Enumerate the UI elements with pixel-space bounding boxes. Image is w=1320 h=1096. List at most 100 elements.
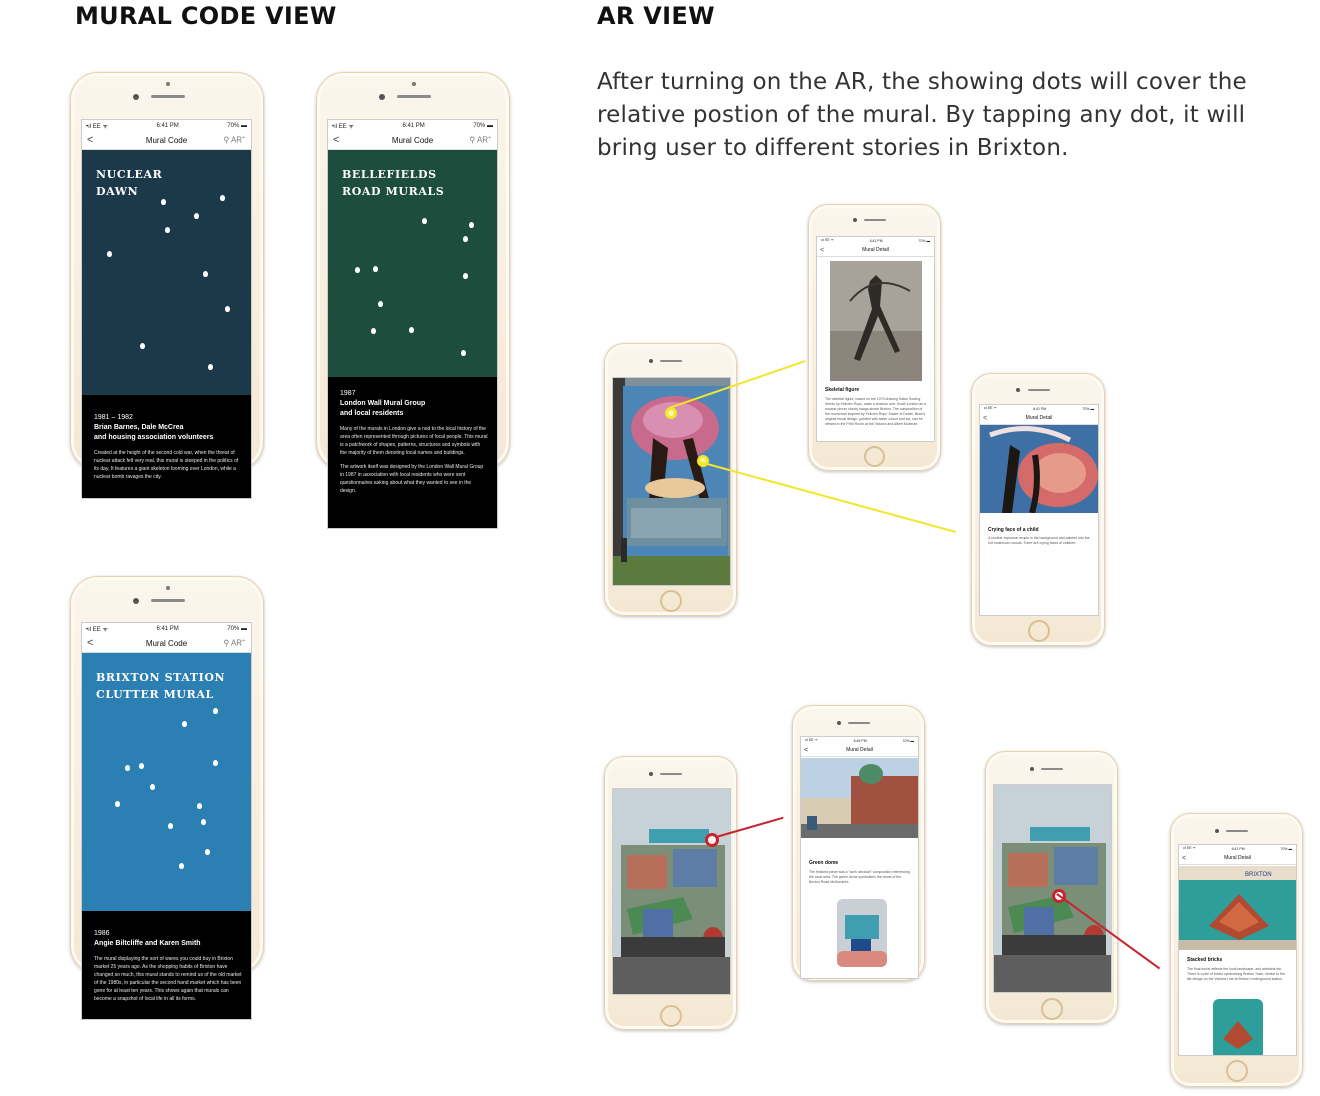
ar-dot[interactable] bbox=[208, 364, 213, 370]
home-button[interactable] bbox=[864, 446, 885, 467]
detail-title: Skeletal figure bbox=[825, 387, 860, 393]
phone-detail-stacked-bricks: •ıl EE ᯤ 6:41 PM 70% ▬ < Mural Detail BRIX… bbox=[1170, 813, 1303, 1087]
ar-label: AR bbox=[230, 135, 243, 145]
battery-icon: 70% ▬ bbox=[227, 625, 247, 632]
callout-line-child-face bbox=[699, 461, 956, 533]
ar-dot[interactable] bbox=[197, 803, 202, 809]
home-button[interactable] bbox=[660, 1005, 682, 1027]
mural-title: BELLEFIELDS ROAD MURALS bbox=[342, 168, 445, 198]
ar-dot[interactable] bbox=[140, 343, 145, 349]
bricks-closeup-thumbnail bbox=[1213, 999, 1263, 1055]
mural-artists: London Wall Mural Group bbox=[340, 400, 426, 407]
speaker-grille bbox=[1028, 389, 1050, 391]
signal-icon: •ıl EE ᯤ bbox=[332, 123, 354, 130]
stacked-bricks-image: BRIXTON bbox=[1179, 866, 1296, 950]
mural-code-canvas[interactable]: NUCLEAR DAWN bbox=[82, 150, 251, 395]
front-camera-icon bbox=[379, 94, 385, 100]
ar-dot[interactable] bbox=[203, 271, 208, 277]
ar-dot[interactable] bbox=[194, 213, 199, 219]
back-button[interactable]: < bbox=[804, 747, 808, 754]
ar-dot[interactable] bbox=[422, 218, 427, 224]
ar-dot[interactable] bbox=[213, 708, 218, 714]
status-time: 6:41 PM bbox=[156, 122, 179, 129]
proximity-sensor bbox=[412, 82, 416, 86]
ar-dot[interactable] bbox=[461, 350, 466, 356]
ar-dot[interactable] bbox=[107, 251, 112, 257]
home-button[interactable] bbox=[660, 590, 682, 612]
ar-hotspot-skeleton[interactable] bbox=[665, 407, 677, 419]
ar-plus-icon: + bbox=[242, 135, 245, 142]
skeletal-figure-image bbox=[830, 261, 922, 381]
mural-code-screen: •ıl EE ᯤ 6:41 PM 70% ▬ < Mural Code ⚲ AR… bbox=[81, 622, 252, 1020]
detail-title: Green dome bbox=[809, 860, 839, 866]
front-camera-icon bbox=[1215, 829, 1219, 833]
ar-button[interactable]: ⚲ AR+ bbox=[223, 135, 245, 145]
ar-dot[interactable] bbox=[115, 801, 120, 807]
ar-dot[interactable] bbox=[139, 763, 144, 769]
signal-icon: •ıl EE ᯤ bbox=[86, 123, 108, 130]
ar-dot[interactable] bbox=[150, 784, 155, 790]
ar-dot[interactable] bbox=[463, 236, 468, 242]
nav-title: Mural Detail bbox=[862, 247, 889, 253]
proximity-sensor bbox=[166, 586, 170, 590]
mural-code-canvas[interactable]: BELLEFIELDS ROAD MURALS bbox=[328, 150, 497, 377]
speaker-grille bbox=[1226, 830, 1248, 832]
crying-child-image bbox=[980, 425, 1098, 513]
ar-dot[interactable] bbox=[182, 721, 187, 727]
home-button[interactable] bbox=[1226, 1060, 1248, 1082]
back-button[interactable]: < bbox=[333, 134, 339, 146]
ar-dot[interactable] bbox=[469, 222, 474, 228]
ar-dot[interactable] bbox=[463, 273, 468, 279]
ar-dot[interactable] bbox=[168, 823, 173, 829]
mural-code-canvas[interactable]: BRIXTON STATION CLUTTER MURAL bbox=[82, 653, 251, 911]
ar-dot[interactable] bbox=[355, 267, 360, 273]
speaker-grille bbox=[864, 219, 886, 221]
mural-detail-screen: •ıl EE ᯤ 6:45 PM 70% ▬ < Mural Detail Gree… bbox=[800, 736, 919, 979]
ar-dot[interactable] bbox=[179, 863, 184, 869]
phone-ar-camera-nuclear bbox=[604, 343, 737, 616]
mural-title: NUCLEAR DAWN bbox=[96, 168, 163, 198]
ar-dot[interactable] bbox=[225, 306, 230, 312]
phone-detail-child-face: •ıl EE ᯤ 6:41 PM 70% ▬ < Mural Detail Cryi… bbox=[971, 373, 1105, 646]
ar-dot[interactable] bbox=[373, 266, 378, 272]
back-button[interactable]: < bbox=[983, 415, 987, 422]
nav-bar: < Mural Detail bbox=[1179, 852, 1296, 865]
signal-icon: •ıl EE ᯤ bbox=[86, 626, 108, 633]
mural-code-view-heading: MURAL CODE VIEW bbox=[75, 2, 337, 30]
ar-dot[interactable] bbox=[213, 760, 218, 766]
phone-ar-camera-bellefields bbox=[604, 756, 737, 1030]
back-button[interactable]: < bbox=[87, 637, 93, 649]
mural-artists: and housing association volunteers bbox=[94, 434, 214, 441]
home-button[interactable] bbox=[1028, 620, 1050, 642]
mural-detail-screen: •ıl EE ᯤ 6:41 PM 70% ▬ < Mural Detail Cryi… bbox=[979, 404, 1099, 616]
ar-button[interactable]: ⚲ AR+ bbox=[469, 135, 491, 145]
mural-description: The mural displaying the sort of wares y… bbox=[94, 956, 242, 1002]
ar-dot[interactable] bbox=[161, 199, 166, 205]
detail-title: Crying face of a child bbox=[988, 527, 1039, 533]
station-sign: BRIXTON bbox=[1245, 872, 1272, 878]
back-button[interactable]: < bbox=[820, 247, 824, 254]
ar-dot[interactable] bbox=[125, 765, 130, 771]
detail-description: A nuclear explosion erupts in the backgr… bbox=[988, 536, 1090, 545]
nav-title: Mural Detail bbox=[1025, 415, 1053, 421]
ar-dot[interactable] bbox=[378, 301, 383, 307]
ar-camera-screen bbox=[612, 377, 731, 586]
status-bar: •ıl EE ᯤ 6:41 PM 70% ▬ bbox=[82, 120, 251, 131]
nav-title: Mural Detail bbox=[846, 747, 873, 753]
ar-dot[interactable] bbox=[371, 328, 376, 334]
ar-dot[interactable] bbox=[201, 819, 206, 825]
back-button[interactable]: < bbox=[87, 134, 93, 146]
ar-dot[interactable] bbox=[205, 849, 210, 855]
ar-dot[interactable] bbox=[220, 195, 225, 201]
status-bar: •ıl EE ᯤ 6:41 PM 70% ▬ bbox=[980, 405, 1098, 412]
front-camera-icon bbox=[649, 359, 653, 363]
ar-label: AR bbox=[230, 638, 243, 648]
speaker-grille bbox=[1041, 768, 1063, 770]
ar-button[interactable]: ⚲ AR+ bbox=[223, 638, 245, 648]
ar-dot[interactable] bbox=[165, 227, 170, 233]
back-button[interactable]: < bbox=[1182, 855, 1186, 862]
mural-code-screen: •ıl EE ᯤ 6:41 PM 70% ▬ < Mural Code ⚲ AR… bbox=[327, 119, 498, 529]
home-button[interactable] bbox=[1041, 998, 1063, 1020]
ar-dot[interactable] bbox=[409, 327, 414, 333]
ar-label: AR bbox=[476, 135, 489, 145]
